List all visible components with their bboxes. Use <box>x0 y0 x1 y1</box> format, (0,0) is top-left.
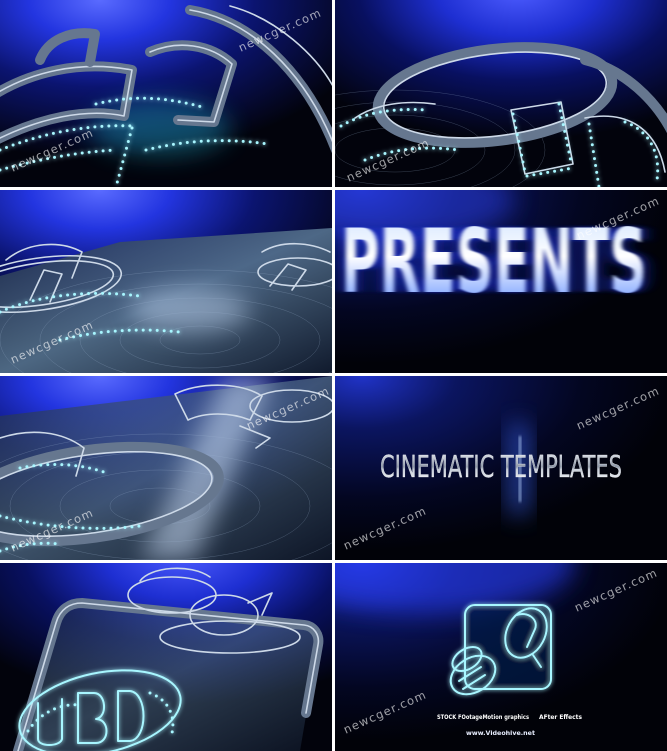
video-frame-7 <box>0 563 332 751</box>
frame-5-artwork <box>0 376 332 560</box>
frame-3-artwork <box>0 190 332 373</box>
frame-7-artwork <box>0 563 332 751</box>
outro-caption-right: AFter Effects <box>539 714 582 721</box>
video-frame-6: CINEMATIC TEMPLATES <box>335 376 667 560</box>
frame-2-artwork <box>335 0 667 187</box>
blue-glow-background <box>0 0 332 187</box>
video-frame-1 <box>0 0 332 187</box>
frame-4-artwork: PRESENTS PRESENTS <box>335 190 667 373</box>
plate-highlight <box>130 288 250 332</box>
frame-6-artwork: CINEMATIC TEMPLATES <box>335 376 667 560</box>
video-frame-5 <box>0 376 332 560</box>
outro-url: www.Videohive.net <box>466 731 535 737</box>
cinematic-templates-title: CINEMATIC TEMPLATES <box>380 450 622 485</box>
frame-1-artwork <box>0 0 332 187</box>
video-frame-4: PRESENTS PRESENTS <box>335 190 667 373</box>
frame-8-artwork: STOCK FOotageMotion graphics AFter Effec… <box>335 563 667 751</box>
outro-caption-left: STOCK FOotageMotion graphics <box>437 714 529 721</box>
preview-collage: PRESENTS PRESENTS CINEMATIC TEMPLATES ST… <box>0 0 667 751</box>
video-frame-3 <box>0 190 332 373</box>
video-frame-2 <box>335 0 667 187</box>
video-frame-8: STOCK FOotageMotion graphics AFter Effec… <box>335 563 667 751</box>
presents-title: PRESENTS <box>341 210 647 313</box>
